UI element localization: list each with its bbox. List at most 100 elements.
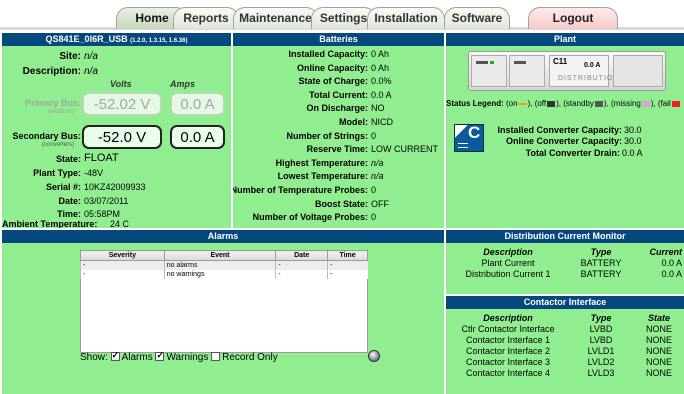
converter-icon[interactable]: C (454, 123, 484, 152)
alarms-panel-header: Alarms (2, 230, 444, 243)
battery-field-label: Number of Strings: (286, 130, 368, 141)
battery-field-label: Model: (339, 117, 368, 127)
primary-bus-sub: (rectifiers) (48, 109, 75, 115)
contactor-panel: Contactor Interface Description Type Sta… (446, 296, 684, 394)
distribution-table: Description Type Current Plant Current B… (450, 246, 682, 279)
battery-field-value: LOW CURRENT (371, 144, 438, 155)
plant-shelf-graphic[interactable]: C11 0.0 A DISTRIBUTION (468, 51, 666, 91)
alarm-filter-row: Show: Alarms Warnings Record Only (80, 350, 278, 363)
system-panel: QS841E_0I6R_USB (1.2.0, 1.3.15, 1.6.36) … (2, 33, 231, 228)
legend-fail-icon (671, 100, 680, 107)
tab-reports[interactable]: Reports (173, 7, 239, 29)
contactor-panel-header: Contactor Interface (446, 296, 684, 309)
tab-logout[interactable]: Logout (528, 7, 618, 29)
tab-bar: Home Reports Maintenance Settings Instal… (0, 0, 684, 30)
site-label: Site: (59, 51, 81, 62)
tab-software[interactable]: Software (444, 7, 510, 29)
table-row[interactable]: - no alarms - - (80, 260, 368, 270)
contactor-header: Description Type State (483, 312, 670, 323)
distribution-panel-header: Distribution Current Monitor (446, 230, 684, 243)
record-only-checkbox-label: Record Only (222, 352, 278, 363)
total-converter-drain-value: 0.0 A (622, 148, 643, 158)
status-legend-label: Status Legend: (446, 99, 504, 108)
rectifier-module (471, 55, 507, 87)
status-legend: Status Legend: (on), (off), (standby), (… (446, 99, 681, 108)
tab-maintenance[interactable]: Maintenance (233, 7, 318, 29)
time-value: 05:58PM (84, 209, 121, 219)
system-version: (1.2.0, 1.3.15, 1.6.36) (130, 38, 188, 44)
secondary-bus-volts: -52.0 V (82, 125, 162, 149)
primary-bus-label: Primary Bus: (24, 98, 81, 108)
date-label: Date: (58, 196, 81, 206)
alarms-checkbox-label: Alarms (121, 352, 153, 363)
battery-field-label: Highest Temperature: (275, 157, 368, 168)
amps-header: Amps (170, 79, 196, 89)
battery-field-value: 0 (371, 130, 377, 141)
distribution-header: Description Type Current (483, 246, 682, 257)
secondary-bus-label: Secondary Bus: (12, 131, 81, 141)
battery-field-value: n/a (371, 157, 384, 168)
battery-field-label: Number of Voltage Probes: (252, 212, 368, 223)
legend-on-icon (518, 102, 527, 105)
table-row: Distribution Current 1 BATTERY 0.0 A (465, 268, 682, 279)
secondary-bus-sub: (converters) (42, 142, 75, 148)
col-time[interactable]: Time (327, 250, 368, 261)
battery-field-label: Boost State: (314, 198, 368, 209)
battery-field-value: n/a (371, 171, 384, 182)
batteries-panel: Batteries Installed Capacity: 0 Ah Online … (233, 33, 444, 228)
time-label: Time: (57, 209, 81, 219)
state-label: State: (55, 154, 81, 164)
battery-field-label: Reserve Time: (306, 144, 368, 155)
distribution-text: DISTRIBUTION (558, 75, 620, 82)
battery-field-value: 0 Ah (371, 62, 390, 73)
plant-panel-header: Plant (446, 33, 684, 46)
battery-field-value: 0 (371, 212, 377, 223)
ambient-temp-value: 24 C (110, 219, 130, 228)
primary-bus-amps: 0.0 A (170, 92, 225, 116)
battery-field-label: State of Charge: (298, 76, 368, 87)
date-value: 03/07/2011 (84, 196, 129, 206)
installed-converter-capacity-label: Installed Converter Capacity: (497, 125, 622, 135)
battery-field-value: OFF (371, 198, 389, 209)
tab-installation[interactable]: Installation (367, 7, 445, 29)
legend-standby-icon (594, 100, 603, 107)
battery-field-value: 0 Ah (371, 49, 390, 59)
table-row: Ctlr Contactor Interface LVBD NONE (461, 323, 672, 334)
col-event[interactable]: Event (163, 250, 277, 261)
shelf-slot (613, 55, 663, 87)
batteries-panel-header: Batteries (233, 33, 444, 46)
refresh-icon[interactable] (368, 350, 380, 362)
system-title: QS841E_0I6R_USB (45, 34, 128, 44)
ambient-temp-label: Ambient Temperature: (2, 219, 98, 228)
col-severity[interactable]: Severity (80, 250, 165, 261)
volts-header: Volts (110, 79, 132, 89)
warnings-checkbox-label: Warnings (166, 352, 209, 363)
site-value: n/a (84, 51, 98, 62)
alarms-table-header: Severity Event Date Time (80, 250, 368, 261)
legend-off-icon (547, 100, 556, 107)
col-date[interactable]: Date (275, 250, 329, 261)
battery-field-value: 0.0 A (371, 89, 392, 100)
table-row[interactable]: - no warnings - - (80, 269, 368, 279)
battery-field-label: Total Current: (309, 89, 368, 100)
table-row: Contactor Interface 2 LVLD1 NONE (465, 345, 672, 356)
serial-value: 10KZ42009933 (84, 182, 146, 192)
system-panel-header: QS841E_0I6R_USB (1.2.0, 1.3.15, 1.6.36) (2, 33, 231, 46)
battery-field-label: On Discharge: (306, 103, 368, 114)
secondary-bus-amps: 0.0 A (170, 125, 225, 149)
controller-code: C11 (553, 57, 568, 66)
battery-field-label: Installed Capacity: (288, 49, 368, 59)
serial-label: Serial #: (45, 182, 81, 192)
plant-type-value: -48V (84, 168, 104, 178)
battery-field-value: NO (371, 103, 385, 114)
description-value: n/a (84, 66, 98, 77)
controller-module: C11 0.0 A DISTRIBUTION (549, 55, 618, 87)
alarms-checkbox[interactable] (110, 350, 120, 361)
show-label: Show: (80, 352, 108, 363)
record-only-checkbox[interactable] (211, 352, 221, 361)
online-converter-capacity-value: 30.0 (624, 136, 642, 146)
installed-converter-capacity-value: 30.0 (624, 125, 642, 135)
warnings-checkbox[interactable] (155, 350, 165, 361)
battery-field-label: Lowest Temperature: (277, 171, 368, 182)
battery-field-label: Number of Temperature Probes: (233, 185, 368, 195)
